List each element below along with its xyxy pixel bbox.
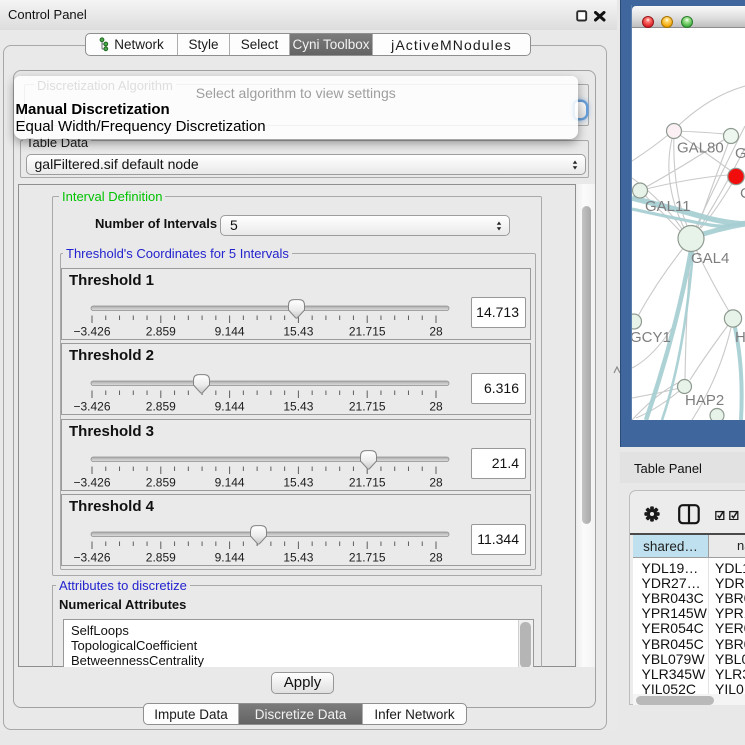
svg-text:21.715: 21.715 [349, 324, 386, 338]
svg-text:15.43: 15.43 [283, 400, 313, 414]
svg-text:GAL11: GAL11 [645, 198, 691, 215]
svg-text:C: C [740, 185, 745, 202]
svg-text:15.43: 15.43 [283, 551, 313, 565]
svg-text:GCY1: GCY1 [632, 329, 671, 346]
svg-text:9.144: 9.144 [215, 475, 245, 489]
svg-text:9.144: 9.144 [215, 400, 245, 414]
svg-text:21.715: 21.715 [349, 551, 386, 565]
svg-text:−3.426: −3.426 [73, 551, 110, 565]
svg-text:GA: GA [735, 145, 745, 162]
svg-text:2.859: 2.859 [146, 324, 176, 338]
svg-text:28: 28 [429, 324, 443, 338]
svg-text:9.144: 9.144 [215, 551, 245, 565]
svg-text:28: 28 [429, 475, 443, 489]
svg-text:2.859: 2.859 [146, 400, 176, 414]
svg-text:2.859: 2.859 [146, 551, 176, 565]
svg-text:9.144: 9.144 [215, 324, 245, 338]
svg-text:−3.426: −3.426 [73, 475, 110, 489]
svg-text:15.43: 15.43 [283, 475, 313, 489]
svg-text:28: 28 [429, 400, 443, 414]
svg-text:21.715: 21.715 [349, 400, 386, 414]
svg-text:HAP2: HAP2 [685, 392, 724, 409]
svg-text:21.715: 21.715 [349, 475, 386, 489]
svg-text:H: H [735, 329, 745, 346]
svg-text:28: 28 [429, 551, 443, 565]
svg-text:2.859: 2.859 [146, 475, 176, 489]
svg-text:GAL80: GAL80 [677, 139, 724, 156]
svg-text:GAL4: GAL4 [691, 250, 729, 267]
svg-text:−3.426: −3.426 [73, 324, 110, 338]
svg-text:15.43: 15.43 [283, 324, 313, 338]
svg-text:−3.426: −3.426 [73, 400, 110, 414]
